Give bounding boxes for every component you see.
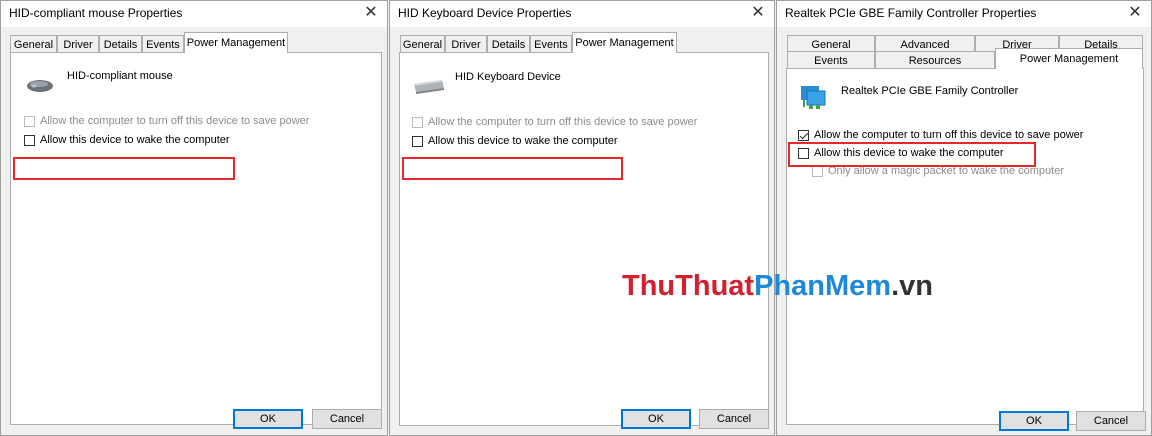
tab-power-management[interactable]: Power Management — [995, 48, 1143, 69]
tab-page: HID-compliant mouse Allow the computer t… — [10, 52, 382, 425]
highlight-box — [13, 157, 235, 180]
ok-button[interactable]: OK — [999, 411, 1069, 431]
checkbox-allow-turn-off[interactable] — [798, 130, 809, 141]
close-button[interactable]: ✕ — [361, 3, 381, 23]
tab-strip: General Driver Details Events Power Mana… — [390, 27, 774, 53]
tab-power-management[interactable]: Power Management — [572, 32, 677, 53]
close-button[interactable]: ✕ — [1125, 3, 1145, 23]
title-bar: HID Keyboard Device Properties ✕ — [390, 1, 774, 27]
tab-general[interactable]: General — [400, 35, 445, 53]
dialog-body: General Driver Details Events Power Mana… — [1, 27, 387, 435]
tab-details[interactable]: Details — [487, 35, 530, 53]
watermark-part-1: ThuThuat — [622, 270, 755, 302]
ok-button[interactable]: OK — [233, 409, 303, 429]
cancel-button[interactable]: Cancel — [1076, 411, 1146, 431]
dialog-title: HID-compliant mouse Properties — [9, 6, 183, 20]
checkbox-allow-turn-off[interactable] — [412, 117, 423, 128]
tab-strip: General Advanced Driver Details Events R… — [777, 27, 1151, 69]
title-bar: HID-compliant mouse Properties ✕ — [1, 1, 387, 27]
tab-page: Realtek PCIe GBE Family Controller Allow… — [786, 68, 1144, 425]
device-name: Realtek PCIe GBE Family Controller — [841, 85, 1019, 97]
checkbox-allow-wake[interactable] — [412, 136, 423, 147]
title-bar: Realtek PCIe GBE Family Controller Prope… — [777, 1, 1151, 27]
dialog-title: Realtek PCIe GBE Family Controller Prope… — [785, 6, 1037, 20]
tab-resources[interactable]: Resources — [875, 51, 995, 69]
close-button[interactable]: ✕ — [748, 3, 768, 23]
dialog-title: HID Keyboard Device Properties — [398, 6, 572, 20]
mouse-properties-dialog: HID-compliant mouse Properties ✕ General… — [0, 0, 388, 436]
checkbox-allow-turn-off[interactable] — [24, 116, 35, 127]
cancel-button[interactable]: Cancel — [699, 409, 769, 429]
tab-events[interactable]: Events — [530, 35, 572, 53]
dialog-body: General Driver Details Events Power Mana… — [390, 27, 774, 435]
tab-general[interactable]: General — [10, 35, 57, 53]
tab-events[interactable]: Events — [142, 35, 184, 53]
option-label: Allow the computer to turn off this devi… — [814, 129, 1084, 141]
network-adapter-properties-dialog: Realtek PCIe GBE Family Controller Prope… — [776, 0, 1152, 436]
watermark-logo: ThuThuatPhanMem.vn — [622, 270, 933, 303]
dialog-body: General Advanced Driver Details Events R… — [777, 27, 1151, 435]
mouse-icon — [27, 80, 53, 92]
network-adapter-icon — [801, 86, 826, 109]
highlight-box — [788, 142, 1036, 167]
tab-events[interactable]: Events — [787, 51, 875, 69]
device-name: HID-compliant mouse — [67, 70, 173, 82]
tab-strip: General Driver Details Events Power Mana… — [1, 27, 387, 53]
keyboard-icon — [414, 80, 444, 94]
cancel-button[interactable]: Cancel — [312, 409, 382, 429]
option-label: Allow this device to wake the computer — [40, 134, 230, 146]
option-label: Allow the computer to turn off this devi… — [428, 116, 698, 128]
option-label: Allow this device to wake the computer — [428, 135, 618, 147]
tab-power-management[interactable]: Power Management — [184, 32, 288, 53]
watermark-part-3: .vn — [891, 270, 933, 302]
tab-driver[interactable]: Driver — [445, 35, 487, 53]
ok-button[interactable]: OK — [621, 409, 691, 429]
checkbox-magic-packet[interactable] — [812, 166, 823, 177]
checkbox-allow-wake[interactable] — [24, 135, 35, 146]
highlight-box — [402, 157, 623, 180]
keyboard-properties-dialog: HID Keyboard Device Properties ✕ General… — [389, 0, 775, 436]
tab-details[interactable]: Details — [99, 35, 142, 53]
option-label: Allow the computer to turn off this devi… — [40, 115, 310, 127]
tab-page: HID Keyboard Device Allow the computer t… — [399, 52, 769, 426]
watermark-part-2: PhanMem — [754, 270, 892, 302]
device-name: HID Keyboard Device — [455, 71, 561, 83]
tab-driver[interactable]: Driver — [57, 35, 99, 53]
